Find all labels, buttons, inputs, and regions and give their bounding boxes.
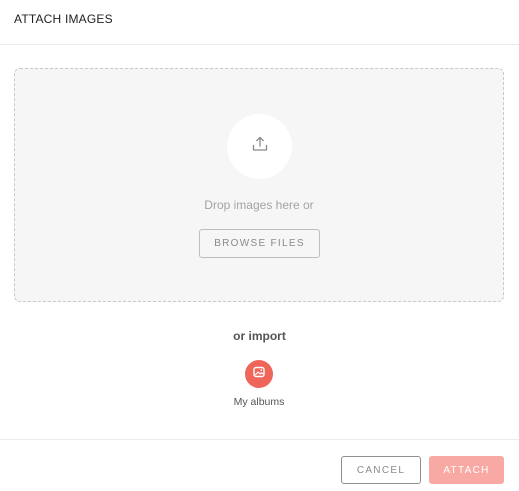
album-icon-circle[interactable] xyxy=(245,360,273,388)
import-heading: or import xyxy=(233,329,286,343)
my-albums-source[interactable]: My albums xyxy=(219,360,299,412)
browse-files-button[interactable]: BROWSE FILES xyxy=(199,229,320,258)
album-icon xyxy=(252,365,266,384)
dialog-header: ATTACH IMAGES xyxy=(0,0,519,45)
my-albums-label: My albums xyxy=(233,396,285,408)
upload-icon-circle[interactable] xyxy=(227,114,292,179)
attach-button[interactable]: ATTACH xyxy=(429,456,504,484)
upload-icon xyxy=(251,135,269,158)
dialog-footer: CANCEL ATTACH xyxy=(0,439,519,491)
image-dropzone[interactable]: Drop images here or BROWSE FILES xyxy=(14,68,504,302)
drop-prompt: Drop images here or xyxy=(204,198,314,212)
cancel-button[interactable]: CANCEL xyxy=(341,456,421,484)
attach-images-dialog: ATTACH IMAGES Drop images here or BROWSE… xyxy=(0,0,519,491)
dialog-title: ATTACH IMAGES xyxy=(14,12,113,26)
